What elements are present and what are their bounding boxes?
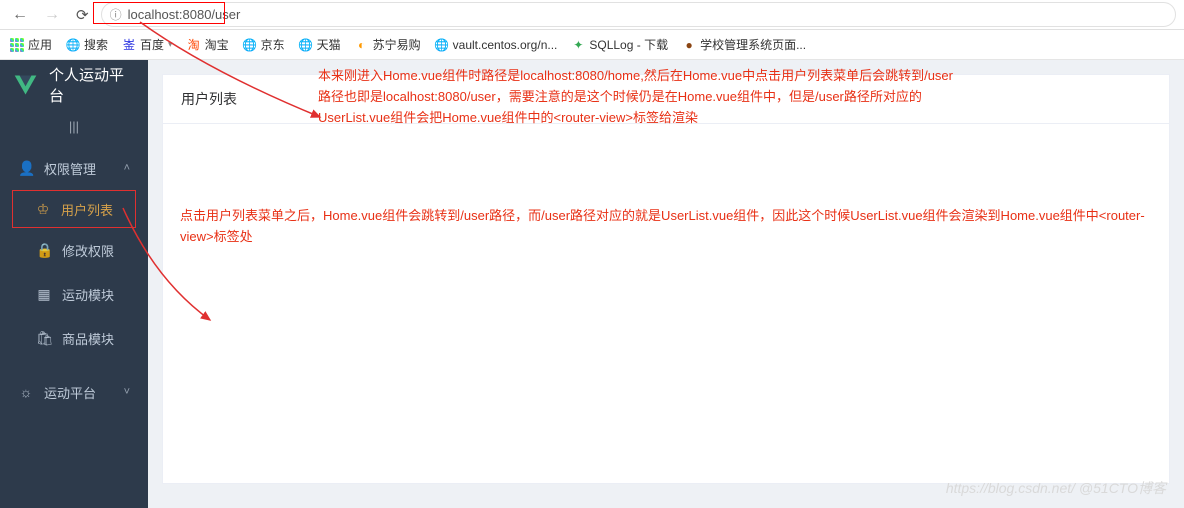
reload-icon[interactable]: ⟳ xyxy=(72,4,93,26)
bookmark-suning[interactable]: ◐ 苏宁易购 xyxy=(355,36,421,53)
bookmark-centos[interactable]: 🌐 vault.centos.org/n... xyxy=(435,38,558,52)
sqllog-icon: ✦ xyxy=(571,38,585,52)
sidebar-item-userlist[interactable]: ♔ 用户列表 xyxy=(12,190,136,228)
sidebar-item-sport-module[interactable]: ▦ 运动模块 xyxy=(0,272,148,316)
bookmark-sqllog[interactable]: ✦ SQLLog - 下载 xyxy=(571,36,668,53)
annotation-text-2: 点击用户列表菜单之后，Home.vue组件会跳转到/user路径，而/user路… xyxy=(180,206,1160,248)
sidebar-item-label: 运动平台 xyxy=(44,383,96,402)
suning-icon: ◐ xyxy=(355,38,369,52)
bookmark-label: vault.centos.org/n... xyxy=(453,38,558,52)
app-title: 个人运动平台 xyxy=(49,64,136,106)
bookmark-label: 天猫 xyxy=(317,36,341,53)
bookmark-label: 苏宁易购 xyxy=(373,36,421,53)
sun-icon: ☼ xyxy=(18,384,34,400)
bookmark-search[interactable]: 🌐 搜索 xyxy=(66,36,108,53)
sidebar-item-sport-platform[interactable]: ☼ 运动平台 ˅ xyxy=(0,370,148,414)
nav-back-icon[interactable]: ← xyxy=(8,4,32,26)
main-content: 用户列表 本来刚进入Home.vue组件时路径是localhost:8080/h… xyxy=(148,60,1184,508)
bookmark-school[interactable]: ● 学校管理系统页面... xyxy=(682,36,806,53)
info-icon: ⓘ xyxy=(110,6,122,23)
sidebar-item-label: 用户列表 xyxy=(61,200,113,219)
chevron-down-icon: ˅ xyxy=(124,386,130,398)
url-bar[interactable]: ⓘ localhost:8080/user xyxy=(101,2,1176,27)
app-root: 个人运动平台 ||| 👤 权限管理 ˄ ♔ 用户列表 🔒 修改权限 ▦ 运动模块 xyxy=(0,60,1184,508)
apps-grid-icon xyxy=(10,38,24,52)
tmall-icon: 🌐 xyxy=(299,38,313,52)
watermark: https://blog.csdn.net/ @51CTO博客 xyxy=(946,478,1166,498)
school-icon: ● xyxy=(682,38,696,52)
menu-collapse-icon: ||| xyxy=(69,119,79,134)
user-icon: 👤 xyxy=(18,160,34,177)
user-outline-icon: ♔ xyxy=(35,201,51,218)
bookmark-baidu[interactable]: 崟百度▾ xyxy=(122,36,173,53)
sidebar-item-label: 运动模块 xyxy=(62,285,114,304)
lock-icon: 🔒 xyxy=(36,242,52,259)
bookmark-label: 百度 xyxy=(140,36,164,53)
sidebar: 个人运动平台 ||| 👤 权限管理 ˄ ♔ 用户列表 🔒 修改权限 ▦ 运动模块 xyxy=(0,60,148,508)
sidebar-menu: 👤 权限管理 ˄ ♔ 用户列表 🔒 修改权限 ▦ 运动模块 🛍 商品模块 ☼ xyxy=(0,142,148,508)
vue-logo-icon xyxy=(12,71,39,99)
nav-forward-icon[interactable]: → xyxy=(40,4,64,26)
bookmark-jd[interactable]: 🌐 京东 xyxy=(243,36,285,53)
bookmark-apps[interactable]: 应用 xyxy=(10,36,52,53)
sidebar-item-label: 修改权限 xyxy=(62,241,114,260)
globe-icon: 🌐 xyxy=(66,38,80,52)
baidu-icon: 崟 xyxy=(122,38,136,52)
sidebar-item-permission[interactable]: 👤 权限管理 ˄ xyxy=(0,146,148,190)
sidebar-toggle[interactable]: ||| xyxy=(0,110,148,142)
bookmark-label: SQLLog - 下载 xyxy=(589,36,668,53)
grid-icon: ▦ xyxy=(36,286,52,303)
bookmark-label: 搜索 xyxy=(84,36,108,53)
bookmark-label: 学校管理系统页面... xyxy=(700,36,806,53)
taobao-icon: 淘 xyxy=(187,38,201,52)
content-card: 用户列表 本来刚进入Home.vue组件时路径是localhost:8080/h… xyxy=(162,74,1170,484)
url-text: localhost:8080/user xyxy=(128,7,241,22)
centos-icon: 🌐 xyxy=(435,38,449,52)
jd-icon: 🌐 xyxy=(243,38,257,52)
chevron-up-icon: ˄ xyxy=(124,162,130,174)
sidebar-header: 个人运动平台 xyxy=(0,60,148,110)
bookmark-label: 应用 xyxy=(28,36,52,53)
sidebar-item-editperm[interactable]: 🔒 修改权限 xyxy=(0,228,148,272)
sidebar-item-product-module[interactable]: 🛍 商品模块 xyxy=(0,316,148,360)
bookmarks-bar: 应用 🌐 搜索 崟百度▾ 淘淘宝 🌐 京东 🌐 天猫 ◐ 苏宁易购 🌐 vault.cen… xyxy=(0,30,1184,60)
browser-nav: ← → ⟳ ⓘ localhost:8080/user xyxy=(0,0,1184,30)
sidebar-item-label: 权限管理 xyxy=(44,159,96,178)
annotation-text-1: 本来刚进入Home.vue组件时路径是localhost:8080/home,然… xyxy=(318,66,958,128)
bookmark-label: 淘宝 xyxy=(205,36,229,53)
sidebar-item-label: 商品模块 xyxy=(62,329,114,348)
bookmark-taobao[interactable]: 淘淘宝 xyxy=(187,36,229,53)
bookmark-tmall[interactable]: 🌐 天猫 xyxy=(299,36,341,53)
bookmark-label: 京东 xyxy=(261,36,285,53)
bag-icon: 🛍 xyxy=(36,330,52,347)
